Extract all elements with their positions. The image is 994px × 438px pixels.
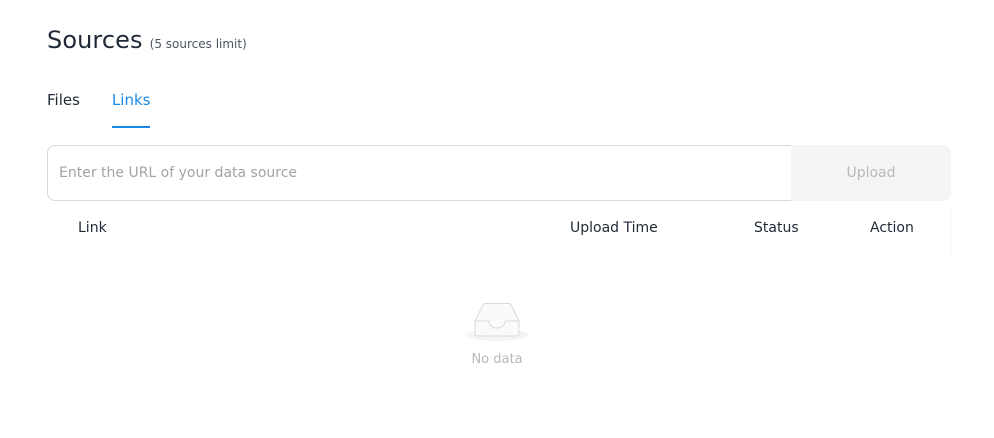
sources-limit-note: (5 sources limit) [149,37,247,51]
url-upload-bar: Upload [47,145,951,201]
empty-state: No data [0,300,994,367]
tab-links[interactable]: Links [111,88,150,130]
empty-inbox-icon [465,303,529,341]
page-title: Sources [47,26,143,54]
column-header-upload-time: Upload Time [570,220,658,236]
source-tabs: Files Links [47,88,150,130]
empty-state-text: No data [471,352,523,367]
column-header-action: Action [870,220,914,236]
tab-files[interactable]: Files [47,88,80,130]
column-header-status: Status [754,220,799,236]
upload-button[interactable]: Upload [791,145,951,201]
sources-page: Sources (5 sources limit) Files Links Up… [0,0,994,438]
page-header: Sources (5 sources limit) [47,26,247,54]
column-header-link: Link [78,220,107,236]
url-input[interactable] [47,145,791,201]
links-table-header: Link Upload Time Status Action [47,208,951,256]
